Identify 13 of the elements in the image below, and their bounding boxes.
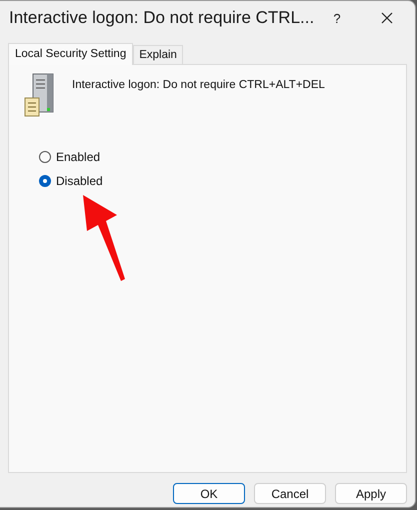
help-button[interactable]: ? [314, 1, 360, 35]
tab[interactable]: Local Security Setting [8, 43, 134, 65]
close-icon [381, 12, 394, 24]
radio-option[interactable]: Enabled [39, 150, 100, 164]
radio-button[interactable] [39, 151, 51, 163]
dialog-button[interactable]: Apply [335, 483, 407, 504]
radio-option[interactable]: Disabled [39, 174, 103, 188]
policy-name: Interactive logon: Do not require CTRL+ALT+DEL [72, 79, 325, 91]
window-title: Interactive logon: Do not require CTRL... [9, 8, 314, 28]
tab[interactable]: Explain [133, 45, 183, 64]
dialog-button[interactable]: OK [173, 483, 245, 504]
radio-button[interactable] [39, 175, 51, 187]
dialog-button[interactable]: Cancel [254, 483, 326, 504]
